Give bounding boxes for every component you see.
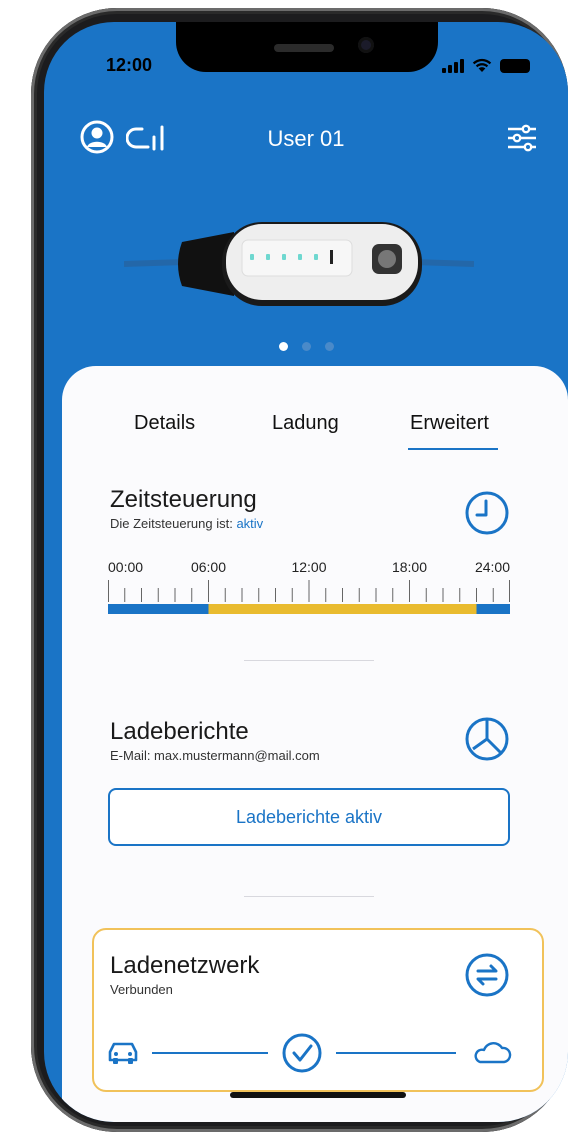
car-icon <box>108 1042 138 1064</box>
tab-bar: Details Ladung Erweitert <box>62 412 568 452</box>
timeline-label: 00:00 <box>108 559 143 575</box>
sync-arrows-icon[interactable] <box>464 952 510 998</box>
timeline-label: 24:00 <box>475 559 510 575</box>
timeline-label: 06:00 <box>191 559 226 575</box>
stage: 12:00 User 01 Details Ladung Erweitert Z… <box>0 0 568 1134</box>
tab-details[interactable]: Details <box>134 412 195 435</box>
zeitsteuerung-status-label: Die Zeitsteuerung ist: <box>110 516 237 531</box>
ladenetzwerk-status: Verbunden <box>110 982 173 997</box>
page-title: User 01 <box>267 126 345 151</box>
charger-device-image <box>124 222 474 306</box>
active-tab-indicator <box>408 448 498 450</box>
timeline-ticks <box>108 580 510 602</box>
ladeberichte-email: E-Mail: max.mustermann@mail.com <box>110 748 320 763</box>
ladeberichte-title: Ladeberichte <box>110 718 249 745</box>
section-divider <box>244 896 374 897</box>
clock-icon[interactable] <box>464 490 510 536</box>
timeline-active-range <box>208 604 477 614</box>
ladenetzwerk-title: Ladenetzwerk <box>110 952 260 979</box>
tab-ladung[interactable]: Ladung <box>272 412 339 435</box>
notch <box>176 22 438 72</box>
zeitsteuerung-title: Zeitsteuerung <box>110 486 257 513</box>
carousel-dot[interactable] <box>324 342 334 351</box>
content-card: Details Ladung Erweitert Zeitsteuerung D… <box>62 366 568 1122</box>
carousel-indicator <box>44 342 568 351</box>
zeitsteuerung-subtitle: Die Zeitsteuerung ist: aktiv <box>110 516 263 531</box>
ladeberichte-aktiv-button[interactable]: Ladeberichte aktiv <box>108 788 510 846</box>
ladenetzwerk-panel[interactable]: Ladenetzwerk Verbunden <box>92 928 544 1092</box>
timeline-label: 12:00 <box>291 559 326 575</box>
signal-icon <box>442 58 464 73</box>
status-icons <box>442 58 530 73</box>
battery-icon <box>500 58 530 73</box>
app-screen: 12:00 User 01 Details Ladung Erweitert Z… <box>44 22 568 1122</box>
camera <box>358 37 374 53</box>
section-divider <box>244 660 374 661</box>
carousel-dot[interactable] <box>278 342 288 351</box>
wifi-icon <box>472 58 492 72</box>
tab-erweitert[interactable]: Erweitert <box>410 412 489 435</box>
status-time: 12:00 <box>106 55 153 75</box>
cloud-icon <box>474 1042 512 1064</box>
home-indicator[interactable] <box>230 1092 406 1098</box>
timeline-label: 18:00 <box>392 559 427 575</box>
check-circle-icon <box>282 1033 322 1073</box>
schedule-timeline[interactable]: 00:00 06:00 12:00 18:00 24:00 <box>108 556 510 616</box>
carousel-dot[interactable] <box>301 342 311 351</box>
zeitsteuerung-status[interactable]: aktiv <box>236 516 263 531</box>
network-connection-graphic <box>108 1033 512 1073</box>
sliders-icon[interactable] <box>506 122 538 154</box>
pie-chart-icon[interactable] <box>464 716 510 762</box>
timeline-labels: 00:00 06:00 12:00 18:00 24:00 <box>108 559 510 575</box>
speaker <box>274 44 334 52</box>
